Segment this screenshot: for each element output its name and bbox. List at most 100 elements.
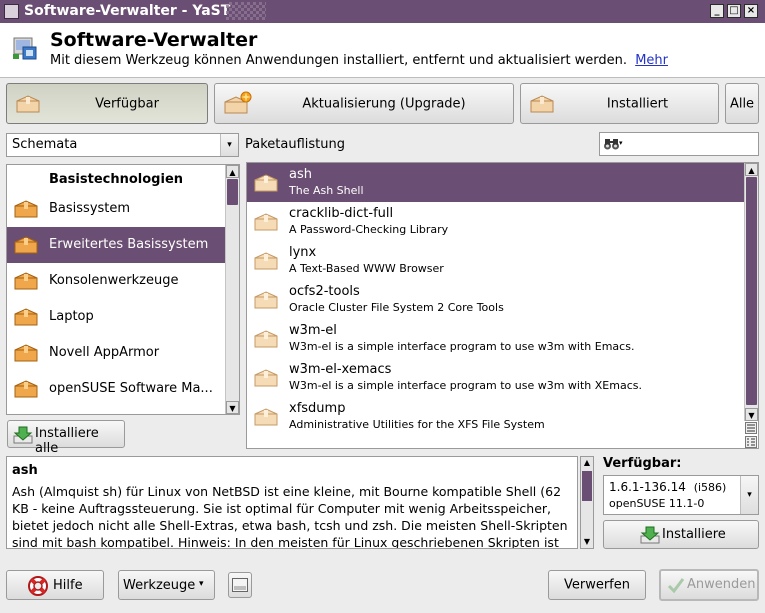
tab-all-label: Alle [729,96,755,111]
package-name: ash [289,167,312,182]
close-button[interactable]: × [744,4,758,18]
version-arch: (i586) [693,481,727,494]
log-window-icon [232,578,248,592]
scroll-thumb[interactable] [227,179,238,205]
category-heading: Basistechnologien [49,172,184,187]
help-button[interactable]: Hilfe [6,570,104,600]
package-icon [13,271,39,291]
table-row[interactable]: w3m-el W3m-el is a simple interface prog… [247,319,744,358]
version-number: 1.6.1-136.14 [609,480,686,494]
tab-upgrade[interactable]: Aktualisierung (Upgrade) [214,83,514,124]
version-value: 1.6.1-136.14 (i586) [609,480,726,494]
list-options-icon[interactable] [745,422,757,434]
scroll-thumb[interactable] [746,177,757,405]
category-item[interactable]: Laptop [7,299,225,335]
package-icon [253,368,279,388]
table-row[interactable]: ocfs2-tools Oracle Cluster File System 2… [247,280,744,319]
chevron-down-icon: ▾ [740,476,758,514]
grid-view-icon[interactable] [745,436,757,448]
tab-upgrade-label: Aktualisierung (Upgrade) [302,96,466,111]
filter-select[interactable]: Schemata ▾ [6,133,239,157]
package-list[interactable]: ash The Ash Shell cracklib-dict-full A P… [246,162,759,449]
page-subtitle: Mit diesem Werkzeug können Anwendungen i… [50,53,668,68]
package-name: w3m-el [289,323,337,338]
yast-app-icon[interactable] [4,4,19,19]
scroll-down-arrow[interactable]: ▼ [745,408,758,421]
scroll-up-arrow[interactable]: ▲ [745,163,758,176]
subtitle-text: Mit diesem Werkzeug können Anwendungen i… [50,53,628,68]
filter-selected-value: Schemata [12,137,78,152]
window-titlebar: Software-Verwalter - YaST _ □ × [0,0,765,23]
checkmark-icon [667,578,685,594]
scroll-down-arrow[interactable]: ▼ [226,401,239,414]
chevron-down-icon: ▾ [220,134,238,156]
scroll-thumb[interactable] [582,471,592,501]
titlebar-decoration [226,2,266,20]
package-name: ocfs2-tools [289,284,360,299]
package-icon [13,379,39,399]
table-row[interactable]: ash The Ash Shell [247,163,744,202]
table-row[interactable]: w3m-el-xemacs W3m-el is a simple interfa… [247,358,744,397]
scroll-down-arrow[interactable]: ▼ [581,536,593,548]
maximize-button[interactable]: □ [727,4,741,18]
package-name: xfsdump [289,401,346,416]
table-row[interactable]: xfsdump Administrative Utilities for the… [247,397,744,436]
table-row[interactable]: lynx A Text-Based WWW Browser [247,241,744,280]
category-list[interactable]: Basistechnologien Basissystem Erweiterte… [6,164,240,415]
tools-label: Werkzeuge [123,578,196,593]
package-icon [253,329,279,349]
scroll-up-arrow[interactable]: ▲ [581,457,593,469]
description-title: ash [12,463,38,478]
description-scrollbar[interactable]: ▲ ▼ [580,456,594,549]
available-label: Verfügbar: [603,456,682,471]
package-summary: W3m-el is a simple interface program to … [289,340,635,353]
package-description: ash Ash (Almquist sh) für Linux von NetB… [6,456,578,549]
search-options-arrow[interactable]: ▾ [619,139,623,147]
scroll-up-arrow[interactable]: ▲ [226,165,239,178]
install-button[interactable]: Installiere [603,520,759,549]
category-item[interactable]: Konsolenwerkzeuge [7,263,225,299]
package-icon [13,199,39,219]
software-manager-icon [13,37,37,60]
category-label: Basissystem [49,201,131,216]
category-item[interactable]: Basissystem [7,191,225,227]
package-icon [13,235,39,255]
category-item[interactable]: Novell AppArmor [7,335,225,371]
apply-label: Anwenden [687,577,756,592]
package-icon [253,407,279,427]
version-select[interactable]: 1.6.1-136.14 (i586) openSUSE 11.1-0 ▾ [603,475,759,515]
category-item[interactable]: Erweitertes Basissystem [7,227,225,263]
log-button[interactable] [228,572,252,598]
page-title: Software-Verwalter [50,29,258,51]
category-label: Novell AppArmor [49,345,160,360]
package-name: w3m-el-xemacs [289,362,392,377]
install-all-button[interactable]: Installiere alle [7,420,125,456]
chevron-down-icon: ▾ [199,579,204,589]
category-scrollbar[interactable]: ▲ ▼ [225,165,239,414]
category-label: openSUSE Software Ma... [49,381,213,396]
tab-all[interactable]: Alle [725,83,759,124]
discard-button[interactable]: Verwerfen [548,570,646,600]
more-link[interactable]: Mehr [635,53,668,68]
package-name: cracklib-dict-full [289,206,394,221]
package-list-label: Paketauflistung [245,137,345,152]
download-icon [640,526,660,544]
package-summary: W3m-el is a simple interface program to … [289,379,642,392]
package-scrollbar[interactable]: ▲ ▼ [744,163,758,421]
search-input[interactable]: ▾ [599,132,759,156]
tab-available-label: Verfügbar [95,96,159,111]
package-summary: Oracle Cluster File System 2 Core Tools [289,301,504,314]
version-repo: openSUSE 11.1-0 [609,497,705,510]
description-text: Ash (Almquist sh) für Linux von NetBSD i… [12,484,568,549]
tools-menu-button[interactable]: Werkzeuge ▾ [118,570,215,600]
minimize-button[interactable]: _ [710,4,724,18]
tab-installed[interactable]: Installiert [520,83,719,124]
tab-available[interactable]: Verfügbar [6,83,208,124]
category-item[interactable]: openSUSE Software Ma... [7,371,225,407]
table-row[interactable]: cracklib-dict-full A Password-Checking L… [247,202,744,241]
package-icon [13,307,39,327]
package-icon [13,343,39,363]
apply-button[interactable]: Anwenden [659,569,759,601]
window-title: Software-Verwalter - YaST [24,3,231,19]
lifebuoy-icon [28,576,48,596]
